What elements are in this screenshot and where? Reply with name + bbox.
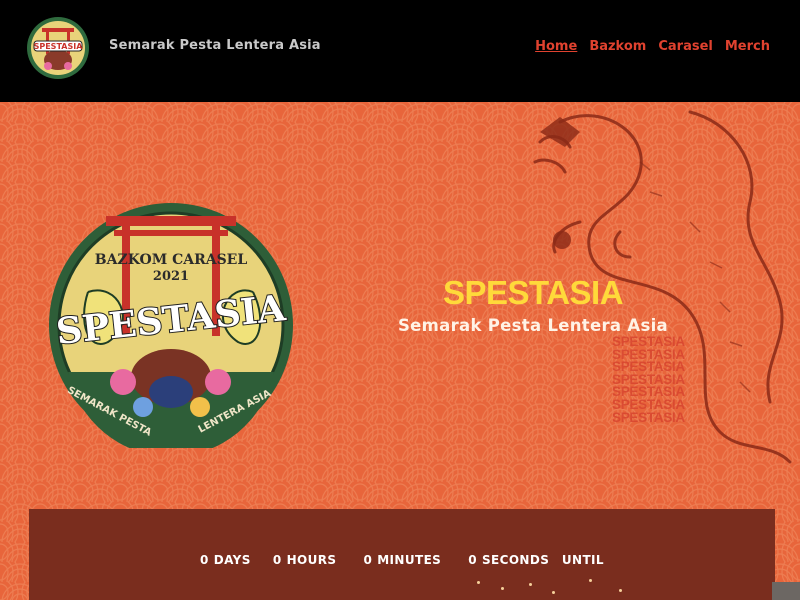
- sparkle-dot: [619, 589, 622, 592]
- nav-bazkom[interactable]: Bazkom: [589, 39, 646, 54]
- badge-top-text: BAZKOM CARASEL: [95, 252, 248, 268]
- hours-label: HOURS: [286, 553, 337, 567]
- hero-title: SPESTASIA: [442, 274, 624, 311]
- hours-value: 0: [272, 553, 282, 567]
- sparkle-dot: [501, 587, 504, 590]
- sparkle-dot: [589, 579, 592, 582]
- countdown-seconds: 0 SECONDS UNTIL: [468, 553, 604, 567]
- sparkle-dot: [552, 591, 555, 594]
- spestasia-badge-icon: BAZKOM CARASEL 2021 SPESTASIA SEMARAK PE…: [49, 203, 293, 448]
- countdown-panel: 0 DAYS 0 HOURS 0 MINUTES 0 SECONDS UNTIL: [29, 509, 775, 600]
- hero-subtitle: Semarak Pesta Lentera Asia: [398, 316, 668, 335]
- nav-carasel[interactable]: Carasel: [658, 39, 713, 54]
- minutes-value: 0: [363, 553, 373, 567]
- countdown-days: 0 DAYS: [200, 553, 251, 567]
- seconds-value: 0: [468, 553, 477, 567]
- days-label: DAYS: [213, 553, 251, 567]
- repeated-title-decoration: SPESTASIA SPESTASIA SPESTASIA SPESTASIA …: [612, 335, 732, 425]
- seconds-label: SECONDS: [481, 553, 550, 567]
- countdown-minutes: 0 MINUTES: [363, 553, 441, 567]
- echo-line: SPESTASIA: [612, 409, 685, 425]
- corner-decoration: [772, 582, 800, 600]
- nav-home[interactable]: Home: [535, 39, 577, 54]
- sparkle-dot: [477, 581, 480, 584]
- main-nav: Home Bazkom Carasel Merch: [535, 39, 770, 54]
- sparkle-dot: [529, 583, 532, 586]
- svg-text:SPESTASIA: SPESTASIA: [34, 42, 84, 51]
- minutes-label: MINUTES: [377, 553, 442, 567]
- nav-merch[interactable]: Merch: [725, 39, 770, 54]
- spestasia-logo-icon[interactable]: SPESTASIA: [26, 16, 90, 80]
- site-header: SPESTASIA Semarak Pesta Lentera Asia Hom…: [0, 0, 800, 102]
- site-title[interactable]: Semarak Pesta Lentera Asia: [109, 38, 321, 53]
- hero-section: BAZKOM CARASEL 2021 SPESTASIA SEMARAK PE…: [0, 102, 800, 600]
- countdown-timer: 0 DAYS 0 HOURS 0 MINUTES 0 SECONDS UNTIL: [29, 553, 775, 567]
- countdown-suffix: UNTIL: [561, 553, 604, 567]
- countdown-hours: 0 HOURS: [273, 553, 337, 567]
- badge-year: 2021: [153, 269, 189, 284]
- days-value: 0: [200, 553, 209, 567]
